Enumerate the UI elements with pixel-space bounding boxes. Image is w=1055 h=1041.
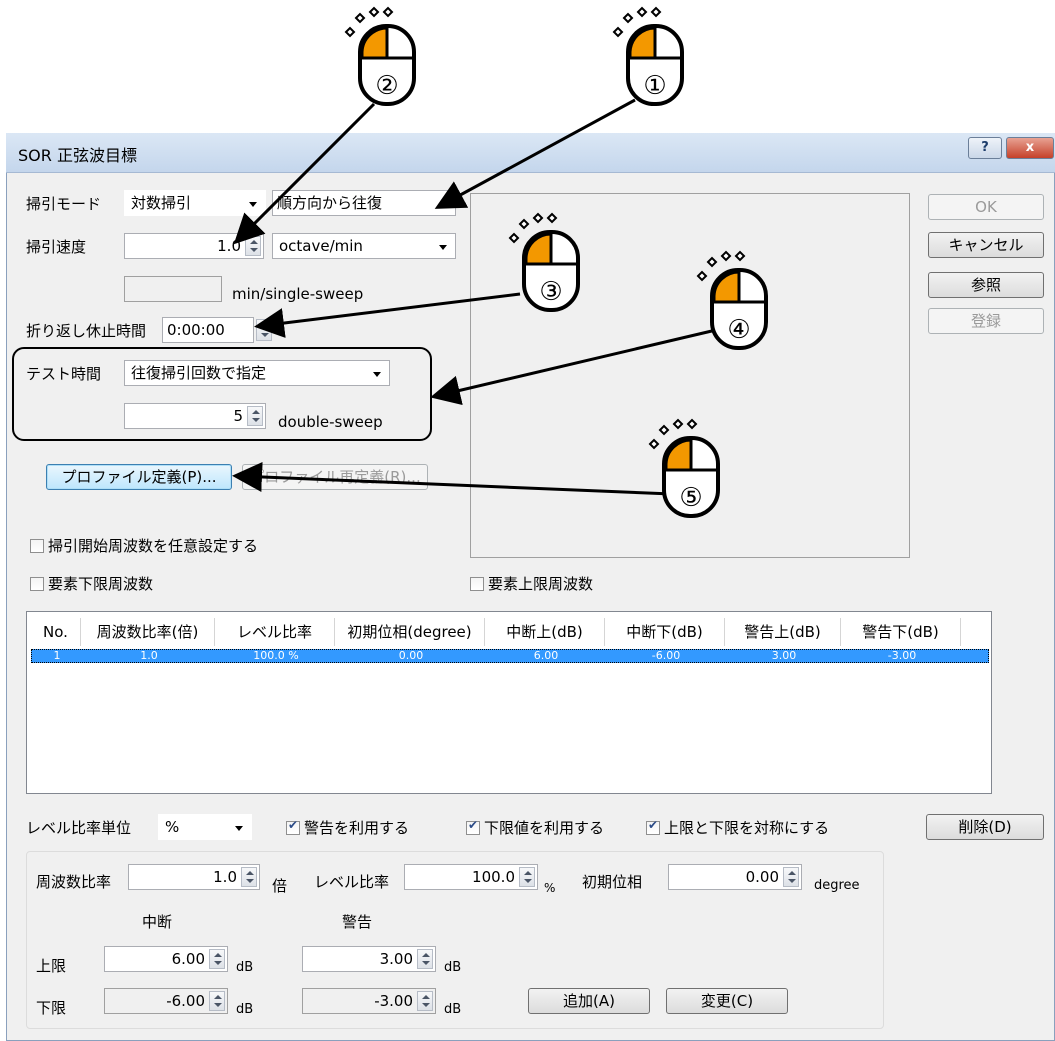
arrow-3 — [254, 292, 521, 338]
arrow-5 — [232, 462, 673, 496]
mouse-callout-4: ④ — [696, 250, 768, 350]
callout-number: ③ — [539, 277, 562, 307]
callout-number: ④ — [727, 315, 750, 345]
arrow-2 — [233, 102, 376, 245]
annotation-arrows — [232, 98, 717, 496]
mouse-callout-3: ③ — [508, 212, 580, 312]
arrow-1 — [434, 98, 636, 209]
mouse-callout-2: ② — [344, 6, 416, 106]
callout-number: ② — [375, 71, 398, 101]
callout-number: ⑤ — [679, 483, 702, 513]
arrow-4 — [430, 328, 717, 406]
mouse-callout-1: ① — [612, 6, 684, 106]
mouse-callout-5: ⑤ — [648, 418, 720, 518]
callout-number: ① — [643, 71, 666, 101]
